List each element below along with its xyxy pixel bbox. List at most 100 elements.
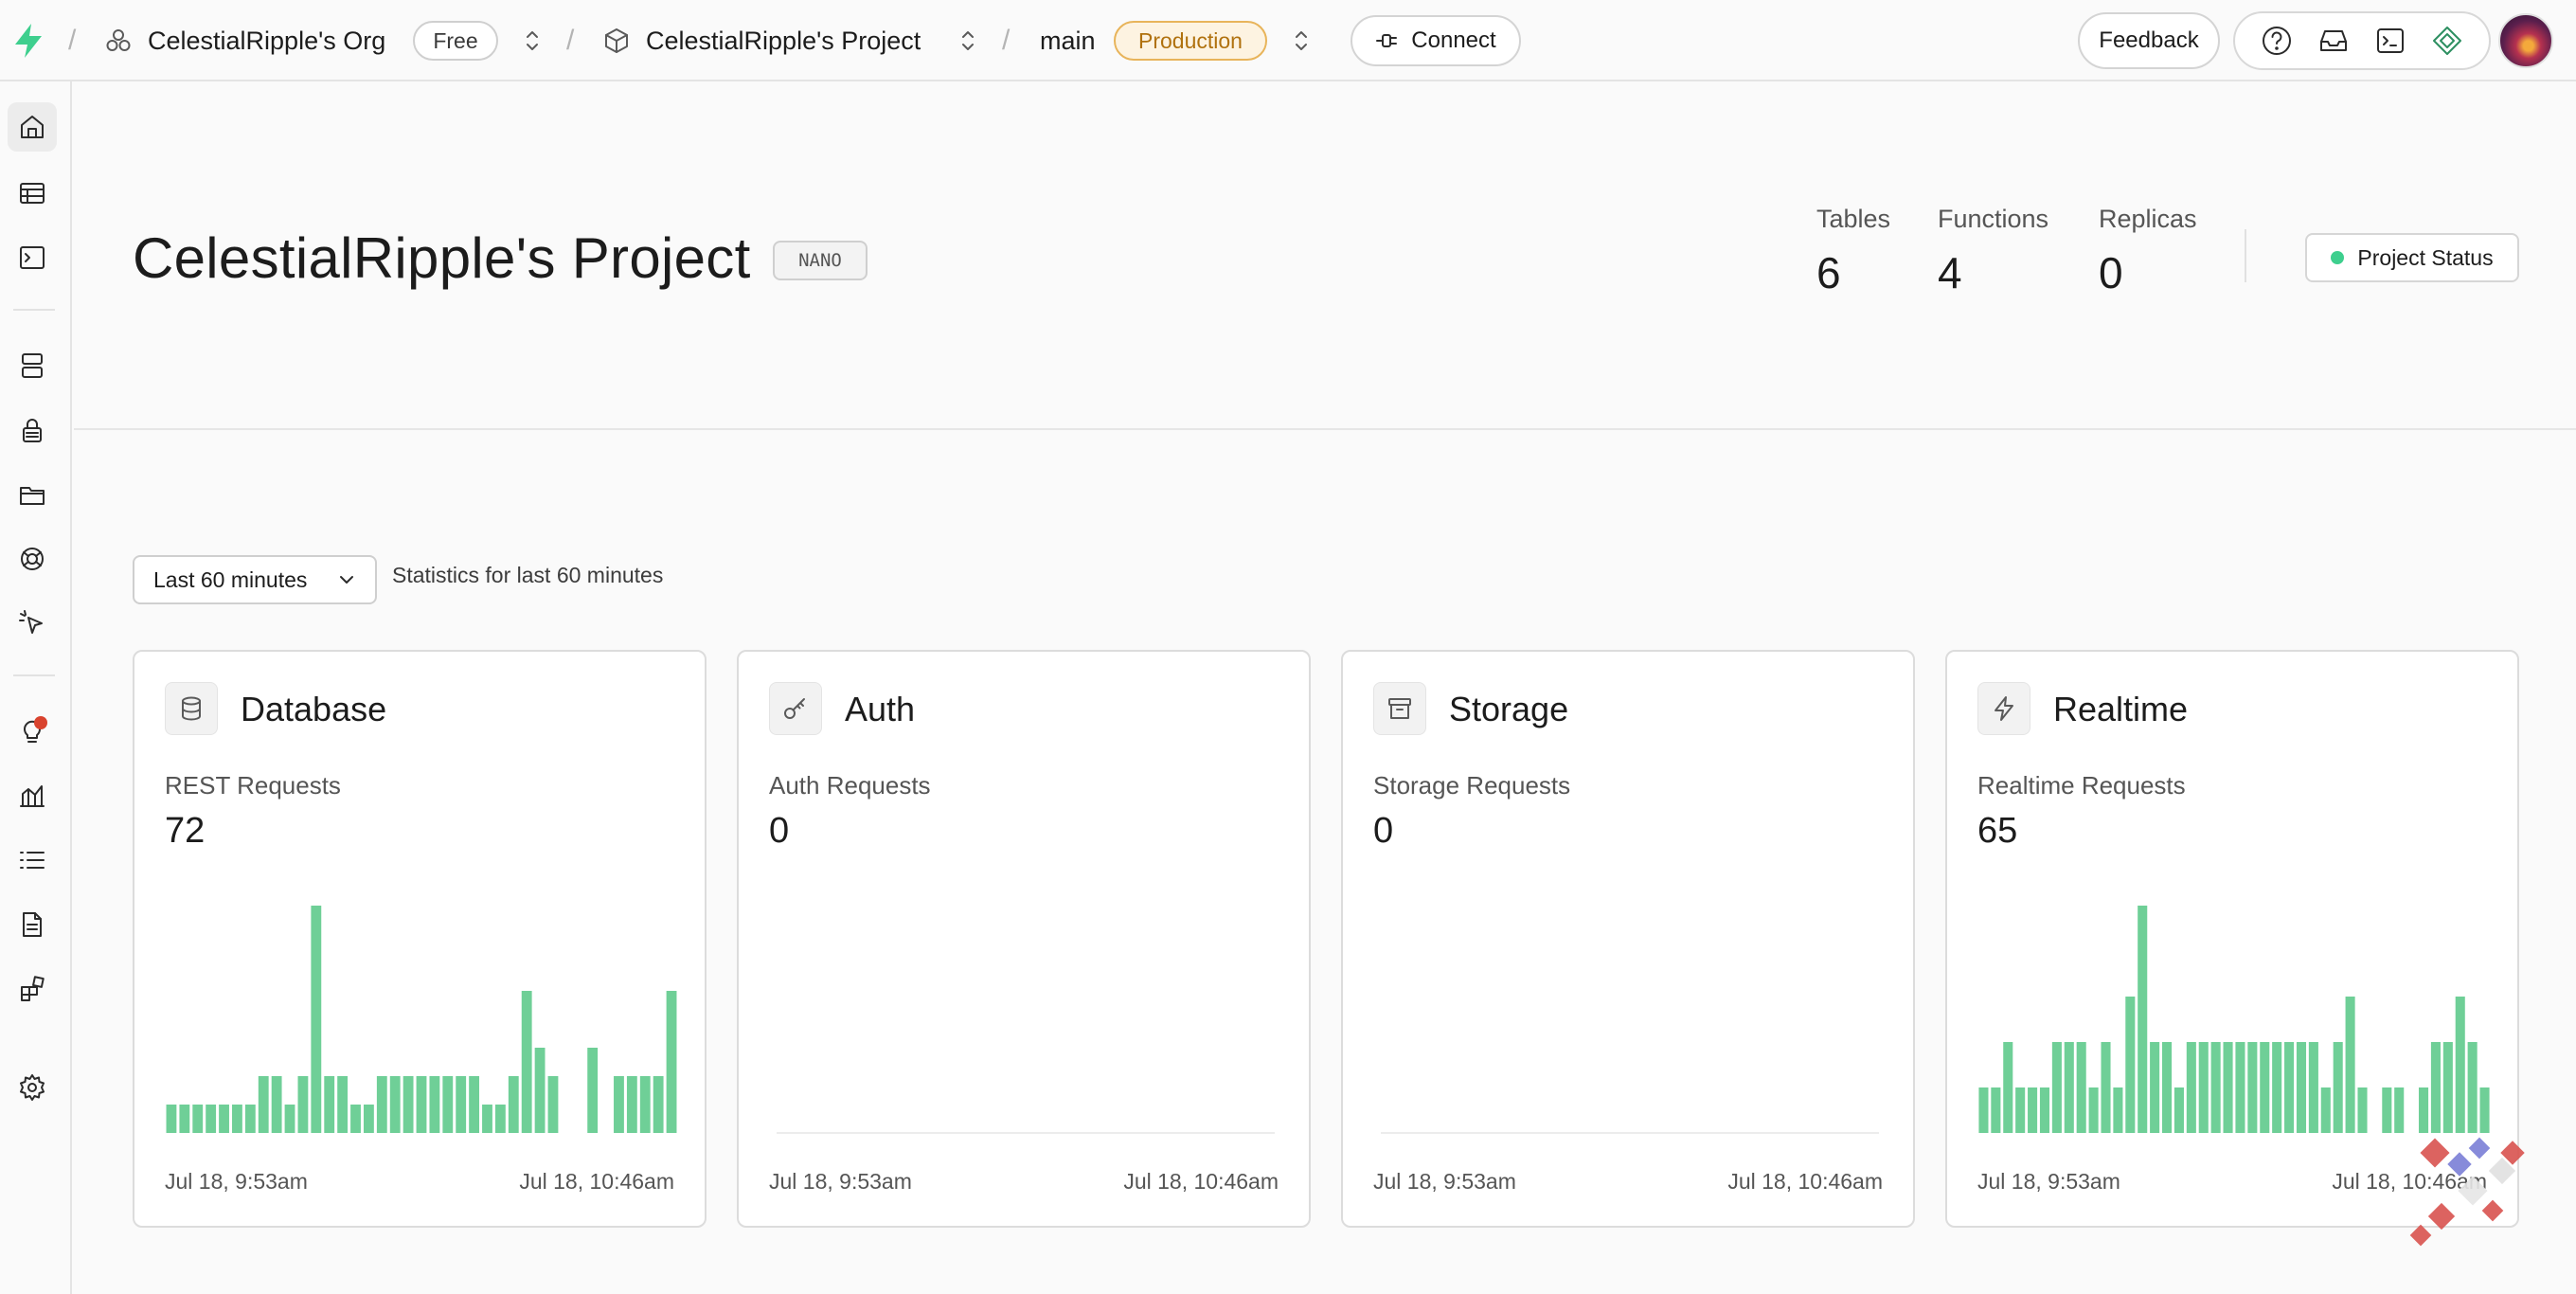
chart-bar[interactable]: [2260, 1042, 2270, 1133]
terminal-icon[interactable]: [2367, 17, 2414, 64]
branch-name[interactable]: main: [1040, 0, 1096, 81]
chart-bar[interactable]: [429, 1076, 440, 1133]
chart-bar[interactable]: [2186, 1042, 2196, 1133]
help-icon[interactable]: [2253, 17, 2300, 64]
chart-bar[interactable]: [639, 1076, 651, 1133]
chart-bar[interactable]: [376, 1076, 387, 1133]
stat-functions[interactable]: Functions 4: [1938, 205, 2048, 298]
chart-bar[interactable]: [2051, 1042, 2062, 1133]
chart-bar[interactable]: [311, 906, 322, 1133]
chart-bar[interactable]: [2357, 1087, 2368, 1133]
inbox-icon[interactable]: [2310, 17, 2357, 64]
chart-bar[interactable]: [2382, 1087, 2392, 1133]
chart-bar[interactable]: [2284, 1042, 2295, 1133]
chart-bar[interactable]: [508, 1076, 519, 1133]
chart-bar[interactable]: [244, 1105, 256, 1133]
chart-bar[interactable]: [456, 1076, 467, 1133]
chart-bar[interactable]: [219, 1105, 229, 1133]
chart-bar[interactable]: [494, 1105, 506, 1133]
chart-bar[interactable]: [2113, 1087, 2123, 1133]
project-switcher-chevron-icon[interactable]: [957, 0, 979, 81]
chart-bar[interactable]: [2467, 1042, 2478, 1133]
chart-bar[interactable]: [2076, 1042, 2086, 1133]
project-name[interactable]: CelestialRipple's Project: [646, 0, 921, 81]
branch-switcher-chevron-icon[interactable]: [1290, 0, 1313, 81]
chart-bar[interactable]: [324, 1076, 335, 1133]
chart-bar[interactable]: [666, 991, 677, 1133]
chart-bar[interactable]: [614, 1076, 624, 1133]
chart-bar[interactable]: [653, 1076, 664, 1133]
assistant-icon[interactable]: [2424, 17, 2471, 64]
chart-bar[interactable]: [166, 1105, 177, 1133]
chart-bar[interactable]: [547, 1076, 559, 1133]
chart-bar[interactable]: [271, 1076, 282, 1133]
chart-bar[interactable]: [284, 1105, 295, 1133]
chart-bar[interactable]: [442, 1076, 454, 1133]
chart-bar[interactable]: [2394, 1087, 2405, 1133]
card-storage[interactable]: Storage Storage Requests 0 Jul 18, 9:53a…: [1341, 650, 1915, 1228]
chart-bar[interactable]: [2235, 1042, 2245, 1133]
sidebar-item-logs[interactable]: [8, 836, 57, 885]
requests-chart[interactable]: [1373, 902, 1887, 1152]
avatar[interactable]: [2498, 13, 2553, 68]
chart-bar[interactable]: [363, 1105, 374, 1133]
chart-bar[interactable]: [2345, 997, 2355, 1133]
card-auth[interactable]: Auth Auth Requests 0 Jul 18, 9:53am Jul …: [737, 650, 1311, 1228]
sidebar-item-api-docs[interactable]: [8, 900, 57, 949]
chart-bar[interactable]: [416, 1076, 427, 1133]
chart-bar[interactable]: [1991, 1087, 2001, 1133]
chart-bar[interactable]: [2247, 1042, 2258, 1133]
requests-chart[interactable]: [1977, 902, 2491, 1152]
chart-bar[interactable]: [2455, 997, 2465, 1133]
chart-bar[interactable]: [402, 1076, 414, 1133]
chart-bar[interactable]: [2088, 1087, 2099, 1133]
sidebar-item-table-editor[interactable]: [8, 169, 57, 218]
chart-bar[interactable]: [2174, 1087, 2184, 1133]
chart-bar[interactable]: [179, 1105, 190, 1133]
chart-bar[interactable]: [482, 1105, 492, 1133]
chart-bar[interactable]: [192, 1105, 204, 1133]
chart-bar[interactable]: [626, 1076, 637, 1133]
chart-bar[interactable]: [2138, 906, 2148, 1133]
chart-bar[interactable]: [2015, 1087, 2026, 1133]
chart-bar[interactable]: [2296, 1042, 2307, 1133]
feedback-button[interactable]: Feedback: [2078, 12, 2220, 69]
chart-bar[interactable]: [337, 1076, 349, 1133]
sidebar-item-storage[interactable]: [8, 470, 57, 519]
sidebar-item-realtime[interactable]: [8, 534, 57, 584]
chart-bar[interactable]: [389, 1076, 401, 1133]
chart-bar[interactable]: [2430, 1042, 2441, 1133]
chart-bar[interactable]: [2320, 1087, 2331, 1133]
project-status-button[interactable]: Project Status: [2305, 233, 2519, 282]
card-database[interactable]: Database REST Requests 72 Jul 18, 9:53am…: [133, 650, 707, 1228]
chart-bar[interactable]: [2272, 1042, 2282, 1133]
chart-bar[interactable]: [469, 1076, 480, 1133]
time-range-select[interactable]: Last 60 minutes: [133, 555, 377, 604]
sidebar-item-home[interactable]: [8, 102, 57, 152]
sidebar-item-database[interactable]: [8, 341, 57, 390]
chart-bar[interactable]: [206, 1105, 217, 1133]
chart-bar[interactable]: [232, 1105, 242, 1133]
connect-button[interactable]: Connect: [1351, 15, 1521, 66]
org-name[interactable]: CelestialRipple's Org: [148, 0, 385, 81]
chart-bar[interactable]: [2125, 997, 2136, 1133]
chart-bar[interactable]: [258, 1076, 269, 1133]
stat-tables[interactable]: Tables 6: [1816, 205, 1890, 298]
chart-bar[interactable]: [587, 1048, 599, 1133]
chart-bar[interactable]: [521, 991, 532, 1133]
chart-bar[interactable]: [2161, 1042, 2173, 1133]
chart-bar[interactable]: [2210, 1042, 2221, 1133]
chart-bar[interactable]: [1978, 1087, 1989, 1133]
stat-replicas[interactable]: Replicas 0: [2099, 205, 2197, 298]
chart-bar[interactable]: [2101, 1042, 2111, 1133]
chart-bar[interactable]: [2308, 1042, 2318, 1133]
sidebar-item-reports[interactable]: [8, 771, 57, 820]
chart-bar[interactable]: [2223, 1042, 2233, 1133]
chart-bar[interactable]: [2039, 1087, 2050, 1133]
supabase-logo-icon[interactable]: [11, 0, 45, 81]
chart-bar[interactable]: [297, 1076, 309, 1133]
chart-bar[interactable]: [350, 1105, 361, 1133]
sidebar-item-sql-editor[interactable]: [8, 233, 57, 282]
chart-bar[interactable]: [2064, 1042, 2074, 1133]
chart-bar[interactable]: [2442, 1042, 2453, 1133]
